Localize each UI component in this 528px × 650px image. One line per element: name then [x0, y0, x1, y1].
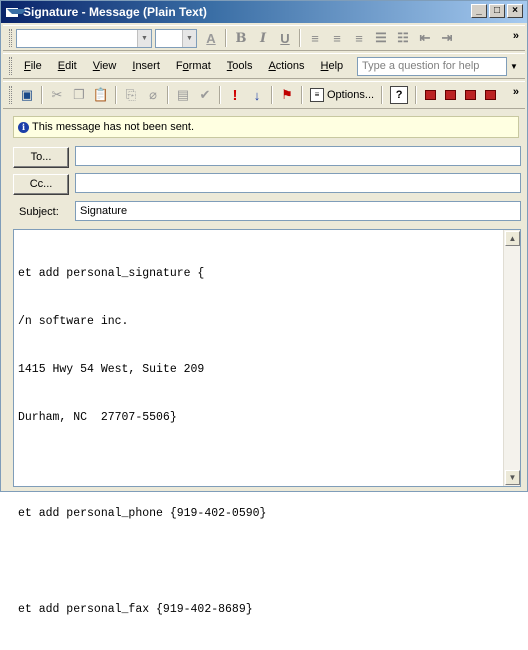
options-label: Options... [327, 89, 375, 101]
maximize-button[interactable]: □ [489, 4, 505, 18]
rules-wizard-icon[interactable] [440, 84, 460, 106]
window-title: Signature - Message (Plain Text) [23, 5, 207, 19]
align-right-icon[interactable]: ≡ [348, 28, 370, 48]
cc-field[interactable] [75, 173, 521, 193]
toolbar-separator [301, 86, 303, 104]
align-center-icon[interactable]: ≡ [326, 28, 348, 48]
increase-indent-icon[interactable]: ⇥ [436, 28, 458, 48]
permission-icon[interactable] [480, 84, 500, 106]
low-importance-icon[interactable]: ↓ [246, 84, 268, 106]
body-line [18, 554, 498, 570]
message-window: Signature - Message (Plain Text) _ □ × ▼… [0, 0, 528, 616]
body-line: et add personal_fax {919-402-8689} [18, 603, 253, 616]
cc-button[interactable]: Cc... [13, 173, 69, 195]
toolbar-separator [271, 86, 273, 104]
scroll-up-icon[interactable]: ▲ [505, 231, 520, 246]
toolbar-grip[interactable] [9, 57, 12, 75]
scroll-down-icon[interactable]: ▼ [505, 470, 520, 485]
body-line: et add personal_phone {919-402-0590} [18, 507, 267, 520]
toolbar-overflow-icon[interactable]: » [513, 30, 519, 42]
align-left-icon[interactable]: ≡ [304, 28, 326, 48]
numbering-icon[interactable]: ☷ [392, 28, 414, 48]
info-icon: i [18, 121, 29, 133]
subject-label: Subject: [19, 206, 59, 218]
toolbar-grip[interactable] [9, 29, 12, 47]
flag-icon[interactable]: ⚑ [276, 84, 298, 106]
toolbar-separator [381, 86, 384, 104]
subject-field[interactable]: Signature [75, 201, 521, 221]
title-bar[interactable]: Signature - Message (Plain Text) _ □ × [1, 1, 527, 23]
italic-button[interactable]: I [252, 28, 274, 48]
high-importance-icon[interactable]: ! [224, 84, 246, 106]
address-book-icon[interactable]: ▤ [172, 84, 194, 106]
envelope-icon [5, 6, 27, 18]
options-button[interactable]: ≡ Options... [306, 85, 378, 105]
menu-help[interactable]: Help [313, 60, 352, 72]
help-icon[interactable]: ? [390, 86, 409, 104]
chevron-down-icon[interactable]: ▼ [508, 58, 520, 75]
underline-button[interactable]: U [274, 28, 296, 48]
help-search-input[interactable]: Type a question for help ▼ [357, 57, 518, 76]
cut-icon[interactable]: ✂ [46, 84, 68, 106]
toolbar-separator [167, 86, 169, 104]
message-body[interactable]: et add personal_signature { /n software … [13, 229, 521, 616]
help-placeholder: Type a question for help [362, 60, 480, 72]
toolbar-separator [299, 29, 301, 47]
toolbar-overflow-icon[interactable]: » [513, 86, 519, 98]
menu-edit[interactable]: Edit [50, 60, 85, 72]
minimize-button[interactable]: _ [471, 4, 487, 18]
body-line: Durham, NC 27707-5506} [18, 411, 177, 424]
font-size-combo[interactable]: ▼ [155, 28, 197, 48]
toolbar-separator [115, 86, 117, 104]
check-names-icon[interactable]: ✔ [194, 84, 216, 106]
menu-bar: File Edit View Insert Format Tools Actio… [3, 53, 525, 79]
toolbar-grip[interactable] [9, 86, 12, 104]
cc-row: Cc... [13, 173, 521, 195]
to-button[interactable]: To... [13, 146, 69, 168]
copy-icon[interactable]: ❐ [68, 84, 90, 106]
toolbar-separator [219, 86, 221, 104]
insert-item-icon[interactable]: ⎘ [120, 84, 142, 106]
toolbar-separator [225, 29, 227, 47]
decrease-indent-icon[interactable]: ⇤ [414, 28, 436, 48]
save-icon[interactable]: ▣ [16, 84, 38, 106]
body-line [18, 458, 498, 474]
body-line: 1415 Hwy 54 West, Suite 209 [18, 363, 205, 376]
paste-icon[interactable]: 📋 [90, 84, 112, 106]
font-color-button[interactable]: A [200, 28, 222, 48]
body-line: et add personal_signature { [18, 267, 205, 280]
formatting-toolbar: ▼ ▼ A B I U ≡ ≡ ≡ ☰ ☷ ⇤ ⇥ » [3, 25, 525, 51]
bullets-icon[interactable]: ☰ [370, 28, 392, 48]
to-field[interactable] [75, 146, 521, 166]
toolbar-separator [415, 86, 418, 104]
menu-insert[interactable]: Insert [124, 60, 168, 72]
options-icon: ≡ [310, 88, 324, 102]
move-to-folder-icon[interactable] [460, 84, 480, 106]
attach-file-icon[interactable]: ⌀ [142, 84, 164, 106]
message-body-text[interactable]: et add personal_signature { /n software … [18, 234, 498, 650]
window-controls: _ □ × [471, 4, 523, 18]
body-line: /n software inc. [18, 315, 129, 328]
close-button[interactable]: × [507, 4, 523, 18]
menu-file[interactable]: File [16, 60, 50, 72]
vertical-scrollbar[interactable]: ▲ ▼ [503, 230, 520, 486]
info-bar: i This message has not been sent. [13, 116, 519, 138]
chevron-down-icon[interactable]: ▼ [137, 29, 151, 47]
rules-icon[interactable] [420, 84, 440, 106]
menu-actions[interactable]: Actions [260, 60, 312, 72]
bold-button[interactable]: B [230, 28, 252, 48]
toolbar-separator [41, 86, 43, 104]
menu-tools[interactable]: Tools [219, 60, 261, 72]
menu-format[interactable]: Format [168, 60, 219, 72]
menu-view[interactable]: View [85, 60, 125, 72]
to-row: To... [13, 146, 521, 168]
chevron-down-icon[interactable]: ▼ [182, 29, 196, 47]
info-message: This message has not been sent. [32, 121, 195, 133]
standard-toolbar: ▣ ✂ ❐ 📋 ⎘ ⌀ ▤ ✔ ! ↓ ⚑ ≡ Options... ? » [3, 81, 525, 109]
font-name-combo[interactable]: ▼ [16, 28, 152, 48]
subject-row: Subject: Signature [13, 201, 521, 223]
